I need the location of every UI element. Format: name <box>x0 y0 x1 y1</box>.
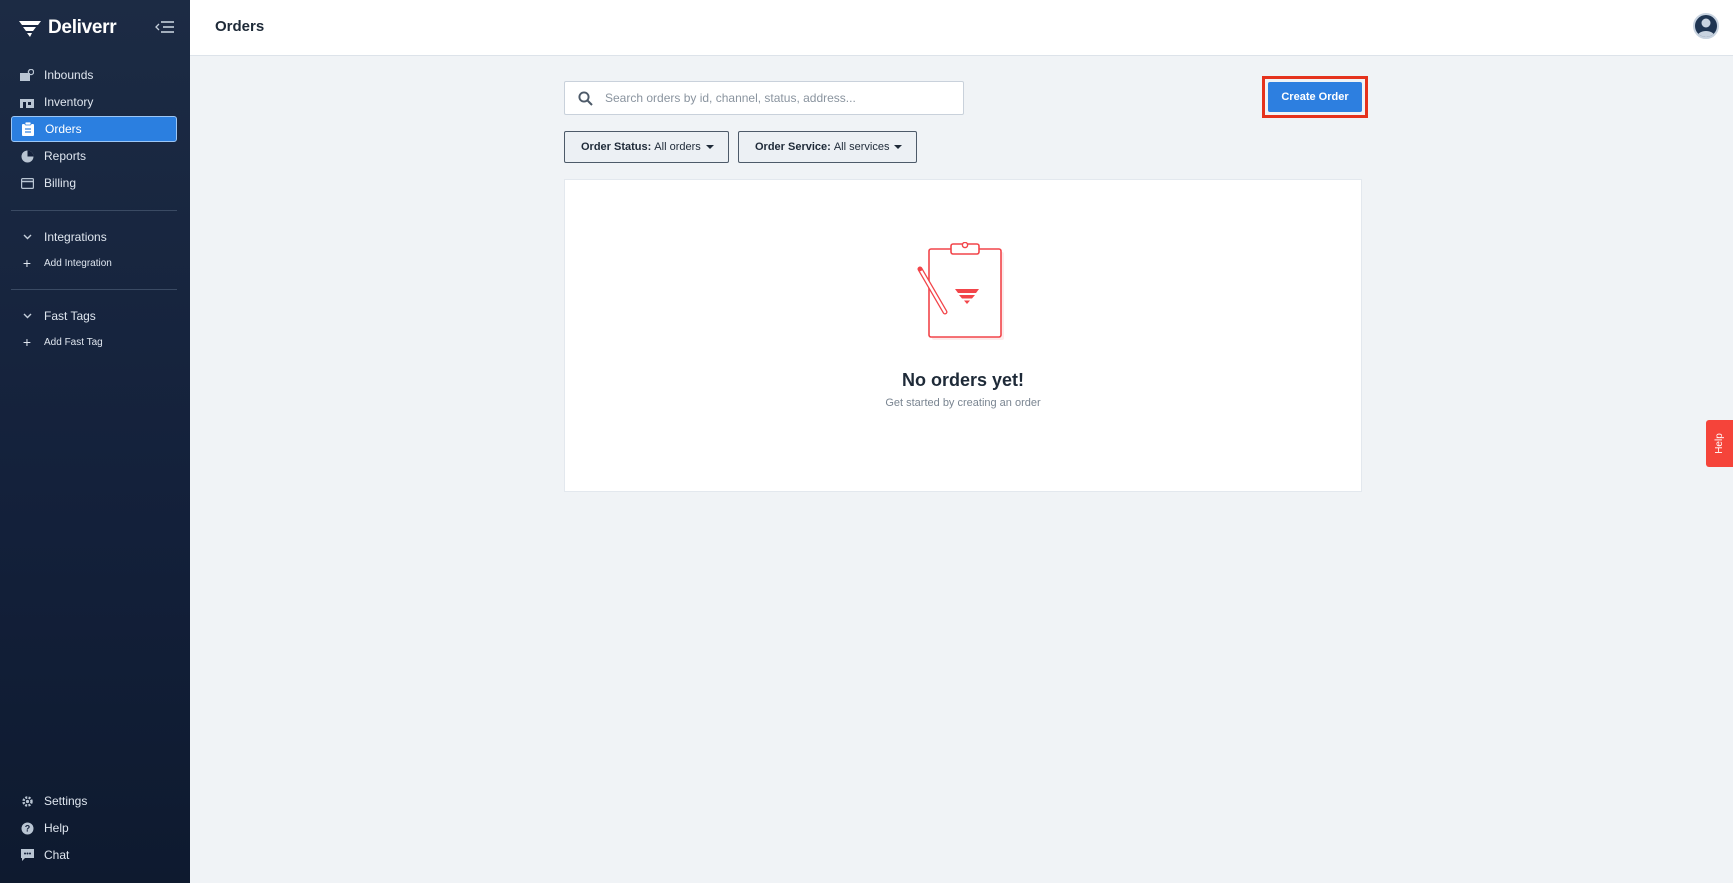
chevron-down-icon <box>20 234 34 240</box>
sidebar-item-label: Inventory <box>44 95 94 109</box>
sidebar-item-inbounds[interactable]: Inbounds <box>11 62 177 88</box>
integrations-toggle[interactable]: Integrations <box>11 224 177 250</box>
chevron-down-icon <box>20 313 34 319</box>
brand-name: Deliverr <box>48 17 117 38</box>
sidebar-item-billing[interactable]: Billing <box>11 170 177 196</box>
help-tab[interactable]: Help <box>1706 420 1733 467</box>
add-integration-label: Add Integration <box>44 257 112 269</box>
sidebar: Deliverr Inbounds Inventory Orders Repor… <box>0 0 190 883</box>
filter-label: Order Service: <box>755 141 831 153</box>
sidebar-item-label: Chat <box>44 848 70 862</box>
sidebar-nav: Inbounds Inventory Orders Reports Billin… <box>11 62 177 197</box>
integrations-group: Integrations + Add Integration <box>11 224 177 276</box>
search-input[interactable] <box>605 91 963 105</box>
plus-icon: + <box>22 255 32 271</box>
fast-tags-label: Fast Tags <box>44 309 96 323</box>
caret-down-icon <box>705 145 714 149</box>
svg-text:?: ? <box>24 823 30 833</box>
sidebar-item-label: Inbounds <box>44 68 94 82</box>
add-fast-tag-link[interactable]: + Add Fast Tag <box>11 329 177 355</box>
add-integration-link[interactable]: + Add Integration <box>11 250 177 276</box>
empty-state-title: No orders yet! <box>901 370 1025 390</box>
filter-label: Order Status: <box>581 141 652 153</box>
sidebar-item-label: Help <box>44 821 69 835</box>
add-fast-tag-label: Add Fast Tag <box>44 336 103 348</box>
order-service-filter[interactable]: Order Service: All services <box>738 131 918 163</box>
search-icon <box>565 90 605 106</box>
chat-icon <box>20 848 34 862</box>
sidebar-item-label: Reports <box>44 149 87 163</box>
search-bar <box>564 81 964 115</box>
sidebar-item-label: Settings <box>44 794 88 808</box>
help-tab-label: Help <box>1713 433 1725 454</box>
deliverr-logo-icon <box>19 21 41 37</box>
sidebar-item-help[interactable]: ? Help <box>11 815 177 841</box>
sidebar-item-label: Orders <box>45 122 82 136</box>
page-title: Orders <box>215 18 265 35</box>
filter-value: All orders <box>654 141 701 153</box>
sidebar-item-inventory[interactable]: Inventory <box>11 89 177 115</box>
brand-logo[interactable]: Deliverr <box>18 16 117 40</box>
fast-tags-group: Fast Tags + Add Fast Tag <box>11 303 177 355</box>
help-circle-icon: ? <box>20 821 34 835</box>
caret-down-icon <box>894 145 903 149</box>
sidebar-item-orders[interactable]: Orders <box>11 116 177 142</box>
orders-icon <box>21 122 35 136</box>
integrations-label: Integrations <box>44 230 107 244</box>
filter-value: All services <box>833 141 890 153</box>
sidebar-divider <box>11 289 177 290</box>
sidebar-item-label: Billing <box>44 176 77 190</box>
empty-state-card: No orders yet! Get started by creating a… <box>564 179 1362 492</box>
billing-icon <box>20 176 34 190</box>
collapse-sidebar-icon[interactable] <box>155 18 175 36</box>
sidebar-item-settings[interactable]: Settings <box>11 788 177 814</box>
gear-icon <box>20 794 34 808</box>
top-header: Orders <box>190 0 1733 56</box>
inbounds-icon <box>20 68 34 82</box>
empty-state-subtitle: Get started by creating an order <box>885 397 1041 409</box>
inventory-icon <box>20 95 34 109</box>
fast-tags-toggle[interactable]: Fast Tags <box>11 303 177 329</box>
sidebar-item-reports[interactable]: Reports <box>11 143 177 169</box>
clipboard-illustration-icon <box>917 242 1004 340</box>
sidebar-bottom-nav: Settings ? Help Chat <box>11 788 177 869</box>
sidebar-item-chat[interactable]: Chat <box>11 842 177 868</box>
create-order-highlight: Create Order <box>1262 76 1368 118</box>
create-order-button[interactable]: Create Order <box>1268 82 1362 112</box>
user-avatar-icon <box>1697 18 1715 37</box>
plus-icon: + <box>22 334 32 350</box>
sidebar-divider <box>11 210 177 211</box>
avatar[interactable] <box>1693 13 1719 39</box>
order-status-filter[interactable]: Order Status: All orders <box>564 131 729 163</box>
reports-icon <box>20 149 34 163</box>
